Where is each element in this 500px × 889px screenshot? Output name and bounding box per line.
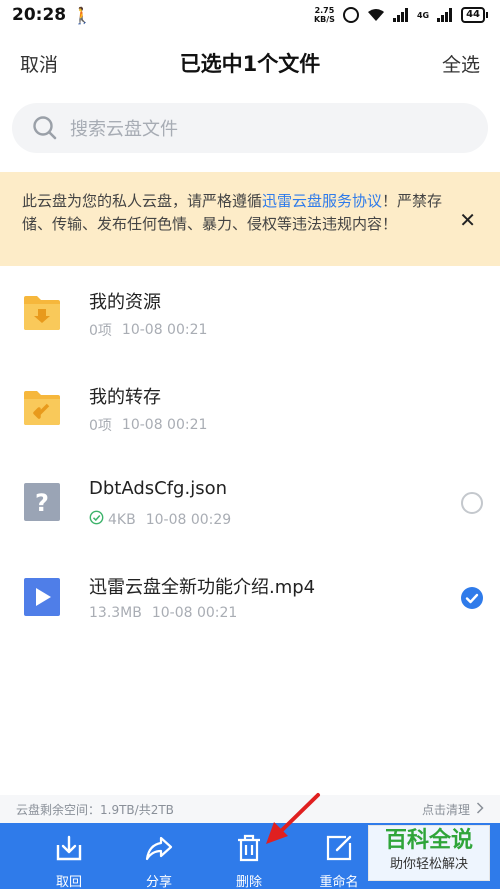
signal-icon-2 xyxy=(437,8,453,22)
folder-transfer-icon xyxy=(22,387,62,427)
walking-icon: 🚶 xyxy=(72,5,93,25)
network-speed-unit: KB/S xyxy=(313,15,335,24)
storage-remaining: 云盘剩余空间：1.9TB/共2TB xyxy=(16,802,174,817)
rename-icon xyxy=(324,833,354,867)
close-icon[interactable]: ✕ xyxy=(459,208,476,232)
notice-banner: 此云盘为您的私人云盘，请严格遵循迅雷云盘服务协议！严禁存储、传输、发布任何色情、… xyxy=(0,172,500,266)
share-button[interactable]: 分享 xyxy=(114,823,204,889)
wifi-icon xyxy=(367,8,385,22)
file-meta: 4KB 10-08 00:29 xyxy=(89,510,231,529)
signal-icon xyxy=(392,8,409,22)
file-name: 我的资源 xyxy=(89,292,161,313)
file-name: 我的转存 xyxy=(89,387,161,408)
select-checkbox[interactable] xyxy=(461,492,483,514)
file-item[interactable]: ? DbtAdsCfg.json 4KB 10-08 00:29 xyxy=(0,456,500,551)
retrieve-label: 取回 xyxy=(55,875,82,889)
status-time: 20:28 xyxy=(12,5,67,25)
retrieve-icon xyxy=(54,833,84,867)
clean-button[interactable]: 点击清理 xyxy=(422,801,484,818)
file-item[interactable]: 我的转存 0项 10-08 00:21 xyxy=(0,361,500,456)
cancel-button[interactable]: 取消 xyxy=(20,50,58,77)
network-type: 4G xyxy=(416,10,430,20)
search-icon xyxy=(32,115,58,141)
file-meta: 0项 10-08 00:21 xyxy=(89,320,207,340)
file-meta: 13.3MB 10-08 00:21 xyxy=(89,605,237,621)
file-list: 我的资源 0项 10-08 00:21 我的转存 0项 10-08 00:21 … xyxy=(0,266,500,646)
retrieve-button[interactable]: 取回 xyxy=(24,823,114,889)
header: 取消 已选中1个文件 全选 xyxy=(0,40,500,84)
delete-icon xyxy=(234,833,264,867)
service-agreement-link[interactable]: 迅雷云盘服务协议 xyxy=(262,192,382,210)
network-speed: 2.75 KB/S xyxy=(314,6,335,24)
select-checkbox-checked[interactable] xyxy=(461,587,483,609)
search-input[interactable]: 搜索云盘文件 xyxy=(12,103,488,153)
file-date: 10-08 00:21 xyxy=(151,605,238,621)
file-size: 0项 xyxy=(89,323,112,339)
file-date: 10-08 00:21 xyxy=(121,322,208,338)
search-placeholder: 搜索云盘文件 xyxy=(70,119,178,140)
file-item[interactable]: 迅雷云盘全新功能介绍.mp4 13.3MB 10-08 00:21 xyxy=(0,551,500,646)
watermark-sub: 助你轻松解决 xyxy=(389,857,468,872)
status-indicators: 2.75 KB/S 4G 44 xyxy=(314,6,488,24)
battery-icon: 44 xyxy=(461,7,488,23)
check-icon xyxy=(465,593,479,604)
alarm-icon xyxy=(342,7,359,23)
file-item[interactable]: 我的资源 0项 10-08 00:21 xyxy=(0,266,500,361)
svg-text:?: ? xyxy=(35,489,49,517)
battery-level: 44 xyxy=(461,7,485,23)
share-icon xyxy=(144,833,174,867)
file-size: 13.3MB xyxy=(89,605,142,621)
synced-check-icon xyxy=(89,510,104,529)
file-size: 4KB xyxy=(108,511,136,528)
folder-download-icon xyxy=(22,292,62,332)
file-date: 10-08 00:29 xyxy=(145,511,232,528)
share-label: 分享 xyxy=(145,875,172,889)
annotation-arrow-icon xyxy=(266,793,320,844)
page-title: 已选中1个文件 xyxy=(179,52,321,76)
chevron-right-icon xyxy=(476,801,484,817)
file-name: DbtAdsCfg.json xyxy=(89,478,227,499)
watermark-main: 百科全说 xyxy=(384,828,473,853)
video-file-icon xyxy=(22,577,62,617)
storage-bar: 云盘剩余空间：1.9TB/共2TB 点击清理 xyxy=(0,795,500,823)
select-all-button[interactable]: 全选 xyxy=(442,50,480,77)
status-bar: 20:28 🚶 2.75 KB/S 4G 44 xyxy=(0,0,500,30)
notice-text: 此云盘为您的私人云盘，请严格遵循迅雷云盘服务协议！严禁存储、传输、发布任何色情、… xyxy=(22,190,450,236)
delete-label: 删除 xyxy=(235,875,262,889)
rename-label: 重命名 xyxy=(319,875,359,889)
file-meta: 0项 10-08 00:21 xyxy=(89,415,207,435)
file-size: 0项 xyxy=(89,418,112,434)
network-speed-value: 2.75 xyxy=(314,6,335,15)
file-name: 迅雷云盘全新功能介绍.mp4 xyxy=(89,577,316,598)
baike-watermark: 百科全说 助你轻松解决 xyxy=(368,825,490,881)
file-date: 10-08 00:21 xyxy=(121,417,208,433)
notice-text-before: 此云盘为您的私人云盘，请严格遵循 xyxy=(22,192,263,210)
clean-label: 点击清理 xyxy=(421,802,470,817)
unknown-file-icon: ? xyxy=(22,482,62,522)
